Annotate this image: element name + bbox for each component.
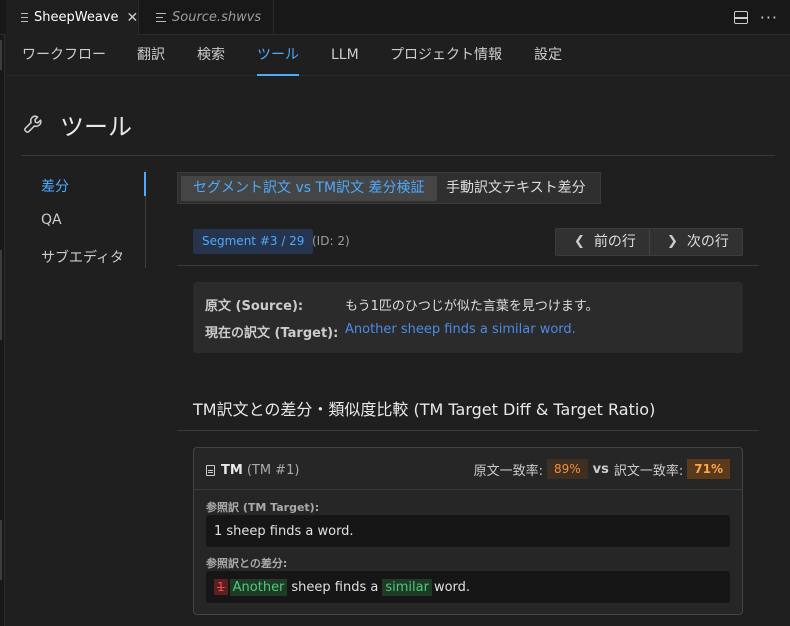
target-label: 現在の訳文 (Target): [205,326,339,341]
page-title-text: ツール [60,112,132,141]
wrench-icon [24,115,42,133]
next-row-button[interactable]: ❯ 次の行 [667,229,729,255]
editor-tab-bar: SheepWeave ✕ Source.shwvs ··· [0,0,790,35]
file-lines-icon [156,13,166,22]
active-indicator [144,172,146,196]
nav-search[interactable]: 検索 [197,35,225,76]
source-target-panel: 原文 (Source): もう1匹のひつじが似た言葉を見つけます。 現在の訳文 … [193,282,743,353]
tm-header: TM (TM #1) [206,460,299,480]
source-text: もう1匹のひつじが似た言葉を見つけます。 [345,299,599,314]
reference-value: 1 sheep finds a word. [214,523,354,539]
divider [194,489,742,490]
nav-tools[interactable]: ツール [257,35,299,76]
tab-label: Source.shwvs [172,10,262,25]
nav-translate[interactable]: 翻訳 [137,35,165,76]
nav-project-info[interactable]: プロジェクト情報 [390,35,502,76]
side-item-diff[interactable]: 差分 [41,176,69,196]
reference-text: 1 sheep finds a word. [206,515,730,547]
next-row-label: 次の行 [686,234,729,250]
divider [22,155,775,156]
tm-match-card: TM (TM #1) 原文一致率: 89% vs 訳文一致率: 71% 参照訳 … [193,447,743,615]
source-label: 原文 (Source): [205,299,304,314]
diff-deletion: 1 [214,579,228,595]
tab-source-file[interactable]: Source.shwvs [139,0,274,35]
tools-side-menu: 差分 QA サブエディタ [22,170,146,268]
tab-label: SheepWeave [34,10,119,25]
gutter-mark [0,40,2,70]
gutter-mark [0,520,2,580]
divider [177,430,759,431]
vs-label: vs [592,461,609,477]
split-editor-icon[interactable] [733,11,748,24]
segment-badge: Segment #3 / 29 [193,229,314,254]
side-item-qa[interactable]: QA [41,212,62,228]
diff-label: 参照訳との差分: [206,557,288,570]
main-nav: ワークフロー 翻訳 検索 ツール LLM プロジェクト情報 設定 [6,35,790,76]
segment-id: (ID: 2) [312,234,350,248]
source-ratio-badge: 89% [546,459,588,479]
diff-insertion: Another [229,578,288,596]
diff-mode-tabs: セグメント訳文 vs TM訳文 差分検証 手動訳文テキスト差分 [177,172,601,204]
page-title: ツール [22,104,132,144]
close-icon[interactable]: ✕ [127,10,139,26]
diff-text: 1 Another sheep finds a similar word. [206,571,730,603]
tm-number: (TM #1) [246,462,300,478]
divider [649,229,650,255]
source-ratio-label: 原文一致率: [473,463,543,479]
tm-name: TM [221,462,243,478]
more-actions-icon[interactable]: ··· [760,9,778,26]
target-ratio-badge: 71% [687,459,730,479]
nav-workflow[interactable]: ワークフロー [22,35,106,76]
activity-gutter [0,0,5,626]
nav-llm[interactable]: LLM [331,35,359,76]
target-ratio-label: 訳文一致率: [613,463,684,479]
chevron-left-icon: ❮ [574,234,585,249]
diff-insertion: similar [382,578,432,596]
prev-row-label: 前の行 [593,234,636,250]
prev-row-button[interactable]: ❮ 前の行 [574,229,636,255]
divider [177,265,759,266]
side-item-subeditor[interactable]: サブエディタ [41,247,124,267]
segment-nav-group: ❮ 前の行 ❯ 次の行 [555,228,743,256]
document-icon [206,464,215,476]
tab-segment-vs-tm[interactable]: セグメント訳文 vs TM訳文 差分検証 [181,176,437,201]
tab-sheepweave[interactable]: SheepWeave ✕ [6,0,139,35]
target-text: Another sheep finds a similar word. [345,322,576,337]
nav-settings[interactable]: 設定 [534,35,562,76]
tm-ratios: 原文一致率: 89% vs 訳文一致率: 71% [474,458,730,480]
diff-equal: word. [433,579,471,595]
chevron-right-icon: ❯ [667,234,678,249]
tab-manual-text-diff[interactable]: 手動訳文テキスト差分 [434,176,598,201]
file-lines-icon [21,13,28,22]
section-title: TM訳文との差分・類似度比較 (TM Target Diff & Target … [193,400,656,419]
diff-equal: sheep finds a [291,579,379,595]
reference-label: 参照訳 (TM Target): [206,501,320,514]
gutter-mark [0,250,2,340]
